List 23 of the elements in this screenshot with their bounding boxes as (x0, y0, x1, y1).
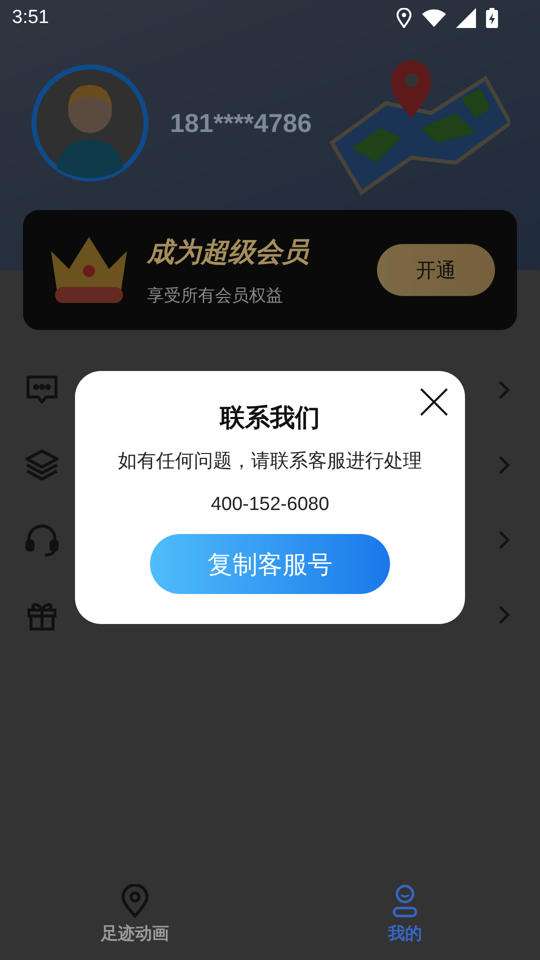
chevron-icon (498, 604, 510, 624)
chevron-icon (498, 380, 510, 400)
copy-button[interactable]: 复制客服号 (150, 534, 390, 594)
person-icon (390, 884, 420, 918)
close-icon (419, 387, 449, 417)
nav-tab[interactable]: 我的 (270, 880, 540, 960)
wifi-icon (422, 9, 446, 27)
close-button[interactable] (419, 387, 449, 417)
location-icon (396, 8, 412, 28)
vip-subtitle: 享受所有会员权益 (147, 284, 284, 306)
activate-button[interactable]: 开通 (377, 244, 495, 296)
dialog-message: 如有任何问题，请联系客服进行处理 (118, 449, 422, 474)
phone-number: 181****4786 (170, 108, 312, 138)
location-pin-icon (120, 884, 150, 918)
battery-icon (486, 8, 498, 28)
service-phone: 400-152-6080 (210, 494, 330, 516)
chevron-icon (498, 454, 510, 474)
dialog-title: 联系我们 (220, 402, 320, 434)
status-time: 3:51 (12, 7, 49, 29)
vip-title: 成为超级会员 (147, 236, 309, 270)
signal-icon (456, 8, 476, 28)
nav-tab[interactable]: 足迹动画 (0, 880, 270, 960)
chevron-icon (498, 530, 510, 550)
